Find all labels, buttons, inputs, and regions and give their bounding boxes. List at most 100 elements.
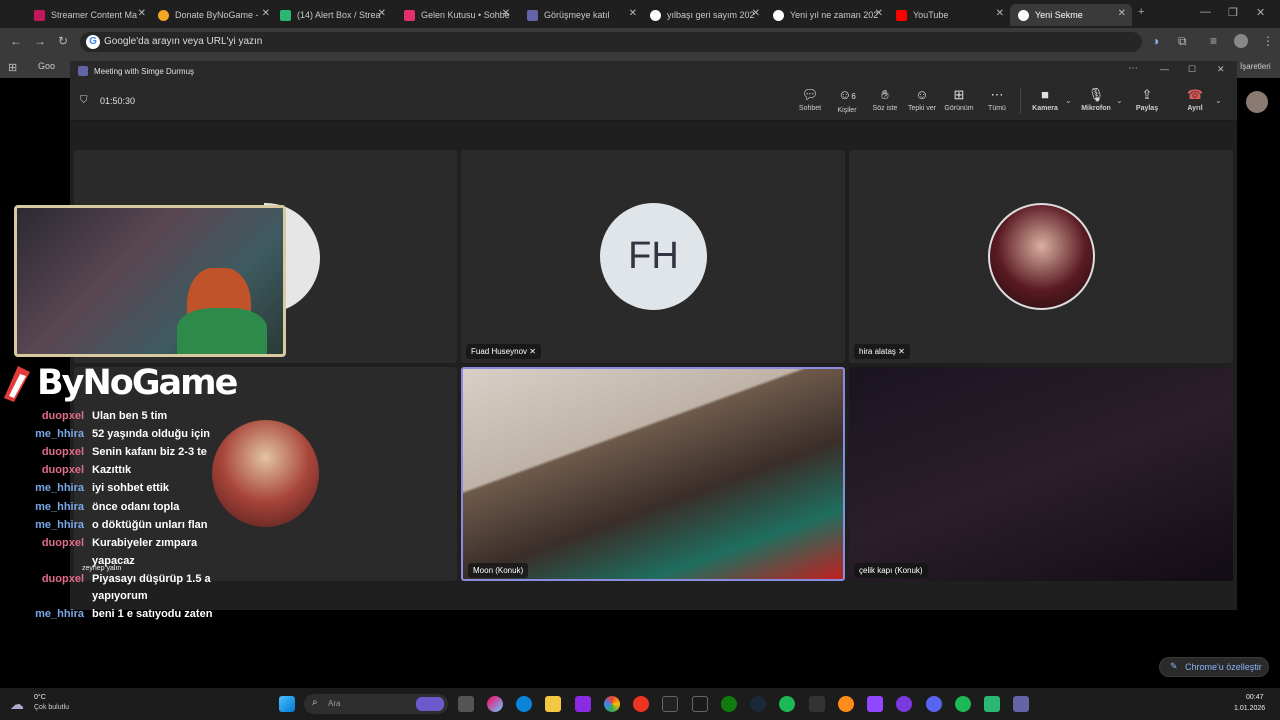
customize-chrome-button[interactable]: ✎ Chrome'u özelleştir [1159, 657, 1269, 677]
close-icon[interactable]: ✕ [752, 8, 760, 19]
brand-logo: ByNoGame [37, 363, 238, 403]
copilot-icon[interactable] [487, 696, 503, 712]
xbox-icon[interactable] [721, 696, 737, 712]
twitch-icon[interactable] [867, 696, 883, 712]
streamlabs-icon[interactable] [984, 696, 1000, 712]
window-close-icon[interactable]: ✕ [1217, 64, 1225, 75]
close-icon[interactable]: ✕ [1118, 8, 1126, 19]
clock-icon [773, 9, 784, 21]
apps-icon[interactable]: ⊞ [8, 61, 17, 74]
chat-message: iyi sohbet ettik [92, 482, 170, 494]
close-icon[interactable]: ✕ [378, 8, 386, 19]
chat-message: Piyasayı düşürüp 1.5 a [92, 573, 211, 585]
tab-join-meeting[interactable]: Görüşmeye katıl ✕ [519, 4, 643, 26]
window-title: Meeting with Simge Durmuş [94, 67, 195, 76]
tab-label: YouTube [913, 10, 949, 20]
menu-icon[interactable]: ⋮ [1262, 34, 1274, 48]
raise-hand-button[interactable]: ✋︎ Söz iste [865, 88, 905, 113]
participant-tile-celik[interactable]: çelik kapı (Konuk) [849, 367, 1233, 581]
capcut-icon[interactable] [809, 696, 825, 712]
media-icon[interactable]: ≡ [1210, 34, 1217, 48]
share-button[interactable]: ⇪ Paylaş [1127, 88, 1167, 113]
back-icon[interactable]: ← [10, 34, 22, 48]
leave-button[interactable]: ☎︎ Ayrıl [1175, 88, 1215, 113]
close-icon[interactable]: ✕ [138, 8, 146, 19]
tab-inbox[interactable]: Gelen Kutusu • Sohbe ✕ [396, 4, 516, 26]
obs-icon[interactable] [896, 696, 912, 712]
address-placeholder[interactable]: Google'da arayın veya URL'yi yazın [104, 36, 262, 47]
file-explorer-icon[interactable] [545, 696, 561, 712]
chat-message: yapacaz [92, 555, 135, 567]
mic-off-icon: ✕ [898, 347, 905, 356]
spotify-alt-icon[interactable] [955, 696, 971, 712]
edge-icon[interactable] [516, 696, 532, 712]
profile-avatar[interactable] [1234, 34, 1248, 48]
tab-youtube[interactable]: YouTube ✕ [888, 4, 1010, 26]
microphone-icon: 🎙︎ [1087, 87, 1105, 102]
steam-icon[interactable] [750, 696, 766, 712]
taskbar-search[interactable]: ⌕ Ara [304, 694, 448, 714]
name-label: hira alataş [859, 347, 896, 356]
view-button[interactable]: ⊞ Görünüm [939, 88, 979, 113]
discord-icon[interactable] [926, 696, 942, 712]
weather-temp: 0°C [34, 694, 46, 701]
close-icon[interactable]: ✕ [875, 8, 883, 19]
new-tab-icon[interactable]: + [1138, 6, 1144, 18]
close-icon[interactable]: ✕ [262, 8, 270, 19]
maximize-icon[interactable]: ❐ [1228, 6, 1238, 19]
bookmark-item[interactable]: Goo [38, 61, 55, 71]
chevron-down-icon[interactable]: ⌄ [1065, 96, 1072, 105]
windows-start-icon[interactable] [279, 696, 295, 712]
streamer-webcam [14, 205, 286, 357]
window-close-icon[interactable]: ✕ [1256, 6, 1265, 19]
donate-icon [158, 9, 169, 21]
minimize-icon[interactable]: — [1200, 6, 1211, 18]
more-options-icon[interactable]: ⋯ [1128, 63, 1138, 74]
chat-message: beni 1 e satıyodu zaten [92, 608, 213, 620]
tab-streamer-content[interactable]: Streamer Content Ma ✕ [26, 4, 152, 26]
forward-icon[interactable]: → [34, 34, 46, 48]
puzzle-icon[interactable]: ⧉ [1178, 34, 1187, 49]
chat-username: duopxel [41, 537, 84, 549]
chat-username: me_hhira [35, 608, 84, 620]
spotify-icon[interactable] [779, 696, 795, 712]
participant-tile-hira[interactable]: hira alataş ✕ [849, 150, 1233, 363]
store-icon[interactable] [575, 696, 591, 712]
chat-button[interactable]: 💬︎ Sohbet [790, 88, 830, 113]
camera-button[interactable]: ■ Kamera [1025, 88, 1065, 113]
chrome-taskbar-icon[interactable] [604, 696, 620, 712]
task-view-icon[interactable] [458, 696, 474, 712]
search-highlight-icon [416, 697, 444, 711]
epic-games-icon[interactable] [662, 696, 678, 712]
close-icon[interactable]: ✕ [629, 8, 637, 19]
people-button[interactable]: ☺6 Kişiler [827, 88, 867, 115]
react-label: Tepki ver [907, 105, 936, 112]
react-button[interactable]: ☺ Tepki ver [902, 88, 942, 113]
participant-tile-fuad[interactable]: FH Fuad Huseynov ✕ [461, 150, 845, 363]
tab-alert-box[interactable]: (14) Alert Box / Strea ✕ [272, 4, 392, 26]
teams-taskbar-icon[interactable] [1013, 696, 1029, 712]
chat-message: önce odanı topla [92, 501, 180, 513]
app-icon[interactable] [838, 696, 854, 712]
user-avatar[interactable] [1246, 91, 1268, 113]
tab-countdown[interactable]: yılbaşı geri sayım 202 ✕ [642, 4, 766, 26]
tab-new-tab[interactable]: Yeni Sekme ✕ [1010, 4, 1132, 26]
opera-icon[interactable] [633, 696, 649, 712]
mic-button[interactable]: 🎙︎ Mikrofon [1076, 87, 1116, 113]
amazon-games-icon[interactable] [692, 696, 708, 712]
chat-message: Kurabiyeler zımpara [92, 537, 198, 549]
close-icon[interactable]: ✕ [502, 8, 510, 19]
more-button[interactable]: ⋯ Tümü [977, 88, 1017, 113]
extension-icon[interactable]: ◑ [1152, 34, 1159, 48]
close-icon[interactable]: ✕ [996, 8, 1004, 19]
participant-tile-moon[interactable]: Moon (Konuk) [461, 367, 845, 581]
chevron-down-icon[interactable]: ⌄ [1215, 96, 1222, 105]
chevron-down-icon[interactable]: ⌄ [1116, 96, 1123, 105]
maximize-icon[interactable]: ☐ [1188, 64, 1196, 75]
tab-donate[interactable]: Donate ByNoGame - ✕ [150, 4, 276, 26]
all-bookmarks-link[interactable]: İşaretleri [1240, 62, 1271, 71]
tab-new-year[interactable]: Yeni yıl ne zaman 202 ✕ [765, 4, 889, 26]
teams-title-bar: Meeting with Simge Durmuş ⋯ — ☐ ✕ [70, 61, 1237, 81]
reload-icon[interactable]: ↻ [58, 34, 68, 48]
minimize-icon[interactable]: — [1160, 64, 1169, 74]
